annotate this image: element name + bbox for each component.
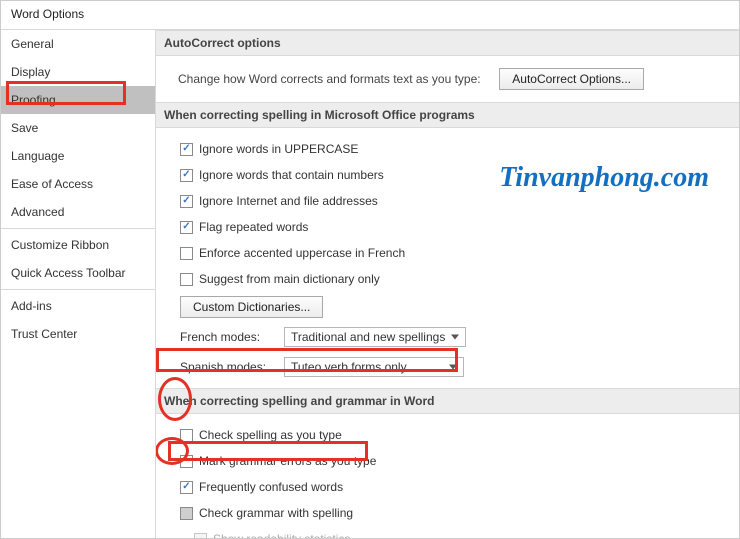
nav-item-proofing[interactable]: Proofing <box>1 86 155 114</box>
french-modes-select[interactable]: Traditional and new spellings <box>284 327 466 347</box>
nav-item-save[interactable]: Save <box>1 114 155 142</box>
office-check-5[interactable]: Suggest from main dictionary only <box>180 270 380 288</box>
checkbox-label: Ignore Internet and file addresses <box>199 194 378 208</box>
word-check-1[interactable]: Mark grammar errors as you type <box>180 452 376 470</box>
office-check-1[interactable]: Ignore words that contain numbers <box>180 166 384 184</box>
checkbox-label: Enforce accented uppercase in French <box>199 246 405 260</box>
word-check-0[interactable]: Check spelling as you type <box>180 426 342 444</box>
nav-item-add-ins[interactable]: Add-ins <box>1 292 155 320</box>
nav-item-language[interactable]: Language <box>1 142 155 170</box>
checkbox-icon <box>180 273 193 286</box>
nav-item-display[interactable]: Display <box>1 58 155 86</box>
spanish-modes-label: Spanish modes: <box>180 360 274 374</box>
nav-item-advanced[interactable]: Advanced <box>1 198 155 226</box>
section-office-spelling: When correcting spelling in Microsoft Of… <box>156 102 739 128</box>
spanish-modes-select[interactable]: Tuteo verb forms only <box>284 357 464 377</box>
nav-item-trust-center[interactable]: Trust Center <box>1 320 155 348</box>
checkbox-icon <box>180 481 193 494</box>
checkbox-icon <box>180 247 193 260</box>
french-modes-label: French modes: <box>180 330 274 344</box>
checkbox-icon <box>180 221 193 234</box>
checkbox-label: Frequently confused words <box>199 480 343 494</box>
nav-item-customize-ribbon[interactable]: Customize Ribbon <box>1 231 155 259</box>
word-check-2[interactable]: Frequently confused words <box>180 478 343 496</box>
checkbox-icon <box>180 195 193 208</box>
options-nav: GeneralDisplayProofingSaveLanguageEase o… <box>1 29 156 538</box>
checkbox-label: Check spelling as you type <box>199 428 342 442</box>
checkbox-label: Ignore words that contain numbers <box>199 168 384 182</box>
checkbox-icon <box>194 533 207 539</box>
section-autocorrect: AutoCorrect options <box>156 30 739 56</box>
autocorrect-desc: Change how Word corrects and formats tex… <box>178 72 481 86</box>
checkbox-label: Flag repeated words <box>199 220 308 234</box>
checkbox-icon <box>180 143 193 156</box>
checkbox-icon <box>180 507 193 520</box>
checkbox-icon <box>180 455 193 468</box>
office-check-3[interactable]: Flag repeated words <box>180 218 308 236</box>
window-title: Word Options <box>1 1 739 29</box>
checkbox-icon <box>180 429 193 442</box>
checkbox-label: Show readability statistics <box>213 532 350 538</box>
checkbox-label: Mark grammar errors as you type <box>199 454 376 468</box>
custom-dictionaries-button[interactable]: Custom Dictionaries... <box>180 296 323 318</box>
autocorrect-options-button[interactable]: AutoCorrect Options... <box>499 68 644 90</box>
checkbox-label: Suggest from main dictionary only <box>199 272 380 286</box>
nav-item-quick-access-toolbar[interactable]: Quick Access Toolbar <box>1 259 155 287</box>
office-check-0[interactable]: Ignore words in UPPERCASE <box>180 140 358 158</box>
office-check-2[interactable]: Ignore Internet and file addresses <box>180 192 378 210</box>
nav-item-general[interactable]: General <box>1 30 155 58</box>
word-check-4: Show readability statistics <box>194 530 350 538</box>
checkbox-label: Ignore words in UPPERCASE <box>199 142 358 156</box>
office-check-4[interactable]: Enforce accented uppercase in French <box>180 244 405 262</box>
checkbox-label: Check grammar with spelling <box>199 506 353 520</box>
checkbox-icon <box>180 169 193 182</box>
nav-item-ease-of-access[interactable]: Ease of Access <box>1 170 155 198</box>
section-word-grammar: When correcting spelling and grammar in … <box>156 388 739 414</box>
word-check-3[interactable]: Check grammar with spelling <box>180 504 353 522</box>
options-content: AutoCorrect options Change how Word corr… <box>156 29 739 538</box>
